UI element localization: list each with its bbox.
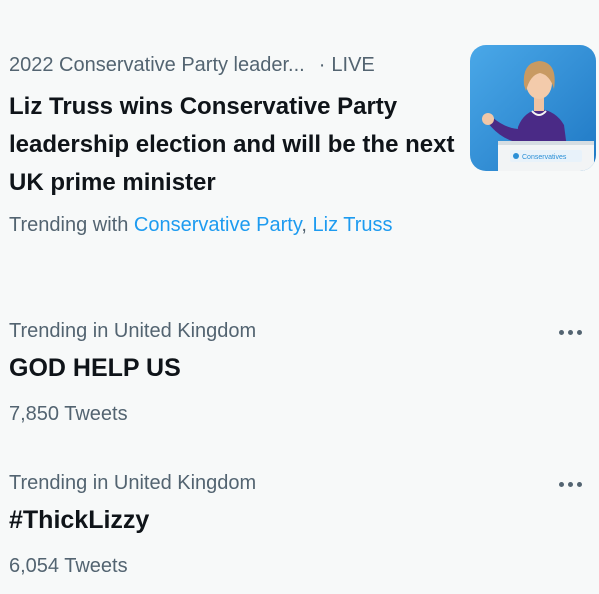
news-category: 2022 Conservative Party leader... <box>9 54 305 76</box>
more-horizontal-icon[interactable] <box>553 322 587 342</box>
more-dot <box>576 481 582 487</box>
trend-context: Trending in United Kingdom <box>9 472 257 494</box>
meta-separator: · <box>318 54 326 76</box>
more-horizontal-icon[interactable] <box>553 474 587 494</box>
trend-item[interactable]: Trending in United Kingdom GOD HELP US 7… <box>9 318 589 428</box>
trending-link-separator: , <box>301 214 307 236</box>
news-thumbnail[interactable]: Conservatives <box>470 45 596 171</box>
trending-with-prefix: Trending with <box>9 214 129 236</box>
more-dot <box>567 329 573 335</box>
news-meta: 2022 Conservative Party leader... · LIVE <box>9 52 375 78</box>
trend-item[interactable]: Trending in United Kingdom #ThickLizzy 6… <box>9 470 589 580</box>
more-dot <box>558 481 564 487</box>
trend-context: Trending in United Kingdom <box>9 320 257 342</box>
trend-tweet-count: 6,054 Tweets <box>9 555 128 577</box>
trending-link-liz-truss[interactable]: Liz Truss <box>313 214 393 236</box>
trending-with: Trending with Conservative Party, Liz Tr… <box>9 210 449 240</box>
more-dot <box>567 481 573 487</box>
trend-tweet-count: 7,850 Tweets <box>9 403 128 425</box>
trending-link-conservative-party[interactable]: Conservative Party <box>134 214 301 236</box>
live-label: LIVE <box>331 54 375 76</box>
news-item[interactable]: 2022 Conservative Party leader... · LIVE L… <box>9 40 596 280</box>
trend-title[interactable]: #ThickLizzy <box>9 504 149 536</box>
more-dot <box>576 329 582 335</box>
news-photo: Conservatives <box>470 45 596 171</box>
trends-panel: 2022 Conservative Party leader... · LIVE L… <box>0 0 599 594</box>
trend-title[interactable]: GOD HELP US <box>9 352 181 384</box>
podium-caption: Conservatives <box>522 154 567 161</box>
news-headline[interactable]: Liz Truss wins Conservative Party leader… <box>9 88 459 202</box>
more-dot <box>558 329 564 335</box>
